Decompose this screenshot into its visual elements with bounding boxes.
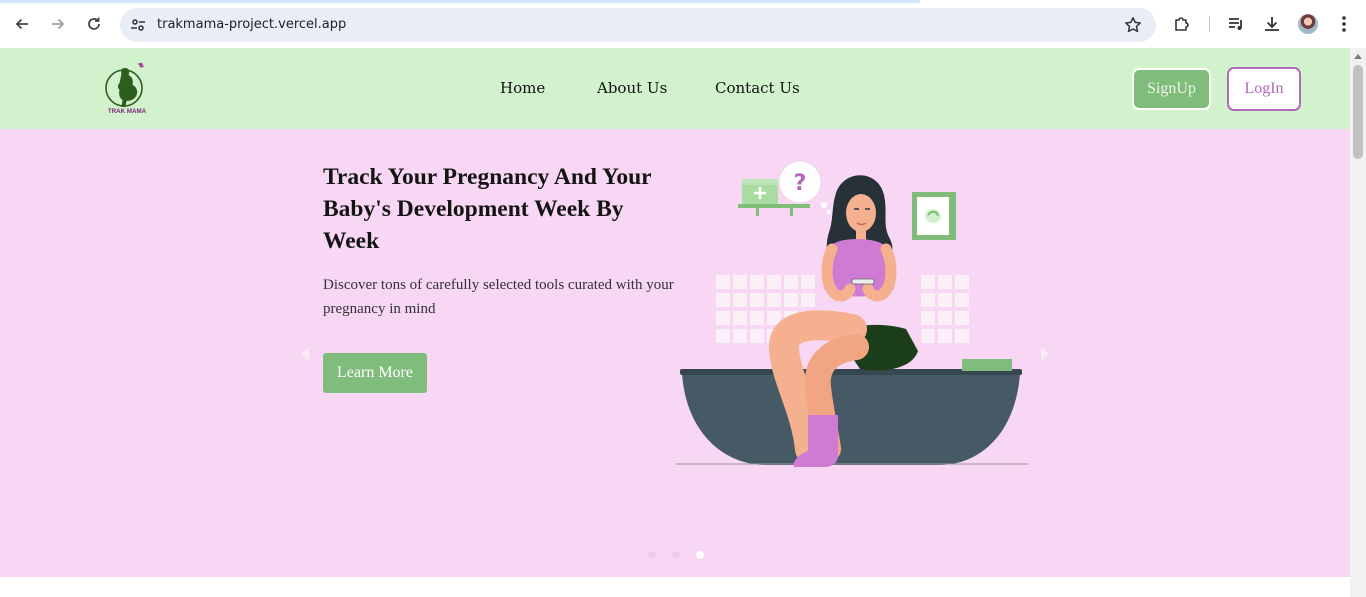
nav-about-us[interactable]: About Us	[597, 79, 667, 97]
carousel-prev-icon[interactable]	[301, 347, 309, 361]
logo-wordmark: TRAK MAMA	[108, 108, 147, 115]
toolbar-divider	[1209, 16, 1210, 32]
pregnancy-test-illustration: ?	[676, 160, 1028, 467]
bookmark-star-icon[interactable]	[1124, 16, 1142, 34]
extensions-icon[interactable]	[1171, 13, 1193, 35]
carousel-next-icon[interactable]	[1041, 347, 1049, 361]
forward-arrow-icon[interactable]	[46, 12, 70, 36]
nav-home[interactable]: Home	[500, 79, 545, 97]
carousel-dot-2[interactable]	[672, 551, 680, 559]
hero-subtitle: Discover tons of carefully selected tool…	[323, 277, 674, 317]
download-icon[interactable]	[1261, 13, 1283, 35]
svg-text:?: ?	[794, 171, 807, 196]
media-controls-icon[interactable]	[1225, 13, 1247, 35]
browser-toolbar: trakmama-project.vercel.app	[0, 0, 1366, 48]
scroll-up-icon[interactable]	[1354, 54, 1362, 59]
signup-button[interactable]: SignUp	[1132, 68, 1211, 110]
carousel-dot-1[interactable]	[648, 551, 656, 559]
hero-carousel: Track Your Pregnancy And Your Baby's Dev…	[0, 129, 1350, 577]
loading-bar	[0, 0, 920, 3]
learn-more-button[interactable]: Learn More	[323, 353, 427, 393]
reload-icon[interactable]	[82, 12, 106, 36]
login-button[interactable]: LogIn	[1227, 67, 1301, 111]
site-header: TRAK MAMA Home About Us Contact Us SignU…	[0, 48, 1350, 129]
carousel-dot-3[interactable]	[696, 551, 704, 559]
back-arrow-icon[interactable]	[10, 12, 34, 36]
address-bar[interactable]: trakmama-project.vercel.app	[120, 8, 1156, 42]
trakmama-logo[interactable]: TRAK MAMA	[103, 60, 151, 118]
scroll-thumb[interactable]	[1353, 65, 1363, 159]
hero-title: Track Your Pregnancy And Your Baby's Dev…	[323, 164, 652, 254]
site-settings-icon[interactable]	[128, 15, 148, 35]
profile-avatar[interactable]	[1298, 14, 1318, 34]
url-text[interactable]: trakmama-project.vercel.app	[157, 17, 346, 32]
more-menu-icon[interactable]	[1333, 13, 1355, 35]
nav-contact-us[interactable]: Contact Us	[715, 79, 800, 97]
page-viewport: TRAK MAMA Home About Us Contact Us SignU…	[0, 48, 1350, 597]
page-scrollbar[interactable]	[1350, 48, 1366, 597]
